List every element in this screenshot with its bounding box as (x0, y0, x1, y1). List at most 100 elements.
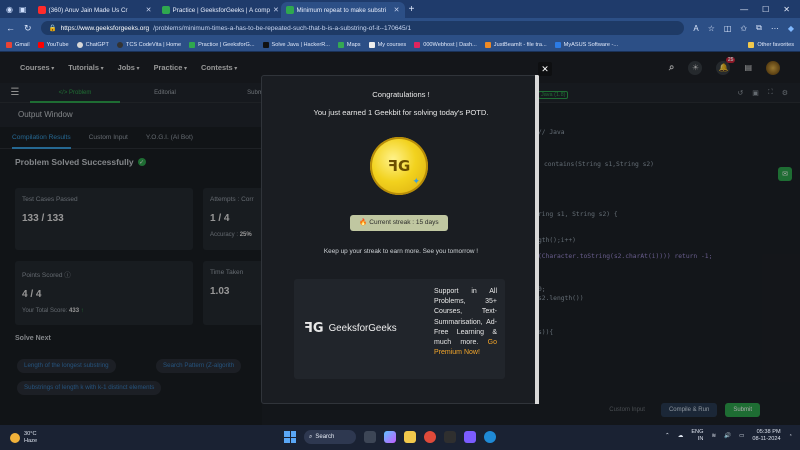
battery-icon[interactable]: ▭ (739, 433, 744, 439)
bookmark-label: ChatGPT (85, 41, 109, 48)
lock-icon: 🔒 (48, 25, 57, 32)
gfg-icon (161, 6, 170, 14)
volume-icon[interactable]: 🔊 (724, 433, 731, 439)
browser-tab-problem[interactable]: Minimum repeat to make substri ✕ (280, 2, 405, 18)
search-label: Search (315, 434, 335, 440)
clock[interactable]: 05:38 PM 08-11-2024 (752, 429, 780, 443)
browser-tab-youtube[interactable]: (360) Anuv Jain Made Us Cr ✕ (33, 2, 157, 18)
copilot-app-icon[interactable] (384, 431, 396, 443)
modal-close-button[interactable]: ✕ (538, 62, 552, 76)
url-path: /problems/minimum-times-a-has-to-be-repe… (153, 24, 412, 32)
gfg-icon (285, 6, 294, 14)
bookmark-label: Maps (346, 41, 361, 48)
date: 08-11-2024 (752, 436, 781, 442)
edge-icon[interactable] (484, 431, 496, 443)
chrome-icon[interactable] (424, 431, 436, 443)
language-indicator[interactable]: ENG IN (691, 429, 703, 443)
close-icon[interactable]: ✕ (146, 6, 152, 14)
url-field[interactable]: 🔒 https://www.geeksforgeeks.org/problems… (40, 21, 685, 35)
chevron-up-icon[interactable]: ⌃ (665, 433, 670, 439)
other-favorites[interactable]: Other favorites (748, 41, 794, 48)
gmail-icon (6, 41, 12, 48)
taskbar-search[interactable]: ⌕ Search (304, 430, 356, 444)
bookmark-myasus[interactable]: MyASUS Software -... (554, 41, 619, 48)
profile-icon[interactable]: ◉ (6, 5, 13, 14)
premium-promo-card[interactable]: ꟻG GeeksforGeeks Support in All Problems… (294, 279, 505, 379)
wifi-icon[interactable]: ≋ (711, 433, 716, 439)
bookmark-label: Solve Java | HackerR... (271, 41, 330, 48)
bookmark-label: JustBeamIt - file tra... (493, 41, 547, 48)
bookmark-hackerrank[interactable]: Solve Java | HackerR... (262, 41, 330, 48)
weather-desc: Haze (24, 437, 38, 444)
bookmark-label: Practice | GeeksforG... (198, 41, 255, 48)
read-aloud-icon[interactable]: A (693, 24, 698, 33)
bookmark-gmail[interactable]: Gmail (6, 41, 30, 48)
menu-dots-icon[interactable]: ⋯ (771, 24, 779, 33)
back-icon[interactable]: ← (6, 23, 15, 33)
url-host: https://www.geeksforgeeks.org (60, 24, 150, 32)
windows-start-icon[interactable] (284, 431, 296, 443)
favorites-icon[interactable]: ✩ (740, 24, 747, 33)
browser-left-icons: ◉ ▣ (0, 5, 33, 14)
modal-scrollbar[interactable] (535, 75, 539, 404)
minimize-icon[interactable]: — (740, 5, 748, 14)
bookmark-label: My courses (377, 41, 407, 48)
search-icon: ⌕ (309, 433, 313, 440)
refresh-icon[interactable]: ↻ (24, 23, 32, 34)
keep-up-text: Keep up your streak to earn more. See yo… (323, 248, 479, 255)
tab-actions-icon[interactable]: ▣ (19, 5, 27, 14)
browser-tab-practice[interactable]: Practice | GeeksforGeeks | A comp ✕ (157, 2, 281, 18)
bookmark-label: TCS CodeVita | Home (125, 41, 182, 48)
bookmark-practice[interactable]: Practice | GeeksforG... (189, 41, 255, 48)
maximize-icon[interactable]: ☐ (762, 5, 769, 14)
visual-studio-icon[interactable] (464, 431, 476, 443)
windows-taskbar: 30°C Haze ⌕ Search ⌃ ☁ ENG IN ≋ 🔊 ▭ 05:38 P… (0, 425, 800, 450)
bookmark-courses[interactable]: My courses (368, 41, 407, 48)
file-explorer-icon[interactable] (404, 431, 416, 443)
copilot-icon[interactable]: ◆ (788, 24, 794, 33)
congratulations-modal: Congratulations ! You just earned 1 Geek… (261, 75, 539, 404)
system-tray: ⌃ ☁ ENG IN ≋ 🔊 ▭ 05:38 PM 08-11-2024 ◔ (665, 429, 792, 443)
close-icon[interactable]: ✕ (273, 6, 279, 14)
bookmark-maps[interactable]: Maps (337, 41, 361, 48)
task-view-icon[interactable] (364, 431, 376, 443)
favorite-star-icon[interactable]: ☆ (708, 24, 715, 33)
bookmark-label: YouTube (46, 41, 69, 48)
bookmark-tcs[interactable]: TCS CodeVita | Home (116, 41, 182, 48)
new-tab-button[interactable]: + (405, 4, 419, 15)
weather-widget[interactable]: 30°C Haze (0, 431, 140, 445)
tab-label: Practice | GeeksforGeeks | A comp (172, 6, 270, 14)
browser-tab-bar: ◉ ▣ (360) Anuv Jain Made Us Cr ✕ Practic… (0, 0, 800, 18)
bookmark-justbeamit[interactable]: JustBeamIt - file tra... (484, 41, 547, 48)
justbeamit-icon (484, 41, 491, 48)
promo-description: Support in All Problems, 35+ Courses, Te… (434, 288, 497, 347)
notification-center-icon[interactable]: ◔ (789, 433, 792, 439)
maps-icon (337, 41, 344, 48)
store-icon[interactable] (444, 431, 456, 443)
tcs-icon (116, 41, 123, 48)
bookmark-label: Gmail (15, 41, 30, 48)
bookmarks-bar: Gmail YouTube ChatGPT TCS CodeVita | Hom… (0, 38, 800, 52)
webhost-icon (414, 41, 421, 48)
gfg-logo-icon: ꟻG (304, 321, 324, 336)
collections-icon[interactable]: ⧉ (756, 23, 762, 33)
gfg-brand: ꟻG GeeksforGeeks (304, 321, 397, 336)
gfg-icon (189, 41, 196, 48)
bookmark-label: 000Webhost | Dash... (423, 41, 477, 48)
bookmark-label: MyASUS Software -... (563, 41, 619, 48)
brand-name: GeeksforGeeks (328, 323, 397, 334)
sparkle-icon: ✦ (412, 176, 420, 186)
bookmark-label: Other favorites (757, 41, 794, 48)
close-icon[interactable]: ✕ (394, 6, 400, 14)
modal-title: Congratulations ! (372, 90, 430, 99)
close-window-icon[interactable]: ✕ (783, 5, 790, 14)
split-screen-icon[interactable]: ◫ (724, 24, 732, 33)
chatgpt-icon (76, 41, 83, 48)
folder-icon (748, 41, 755, 48)
bookmark-youtube[interactable]: YouTube (37, 41, 69, 48)
hackerrank-icon (262, 41, 269, 48)
bookmark-chatgpt[interactable]: ChatGPT (76, 41, 109, 48)
cloud-icon[interactable]: ☁ (678, 433, 684, 439)
bookmark-000webhost[interactable]: 000Webhost | Dash... (414, 41, 477, 48)
streak-badge: 🔥 Current streak : 15 days (350, 215, 448, 231)
